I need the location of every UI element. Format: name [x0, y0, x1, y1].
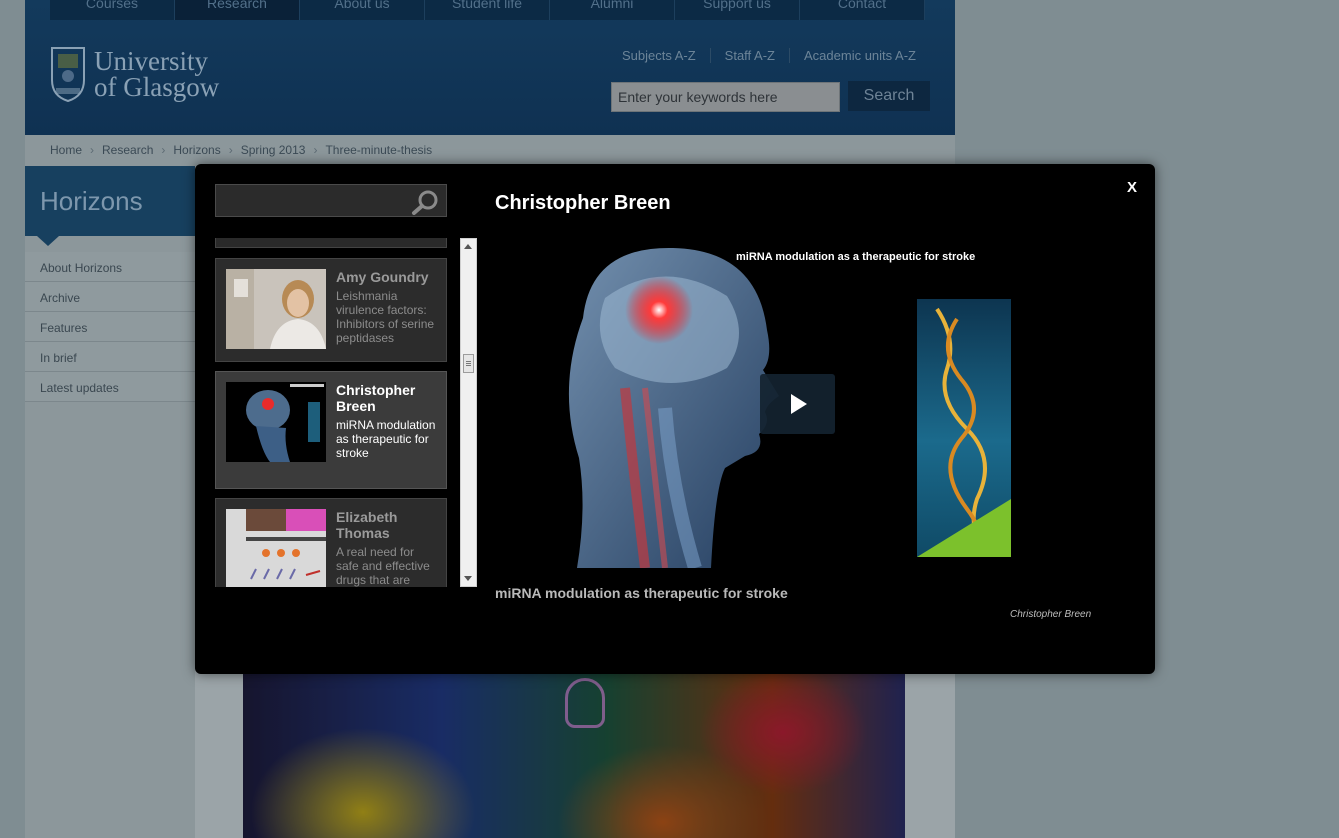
site-search-input[interactable] — [611, 82, 840, 112]
link-subjects-a-z[interactable]: Subjects A-Z — [608, 48, 710, 63]
section-navigation: About Horizons Archive Features In brief… — [25, 252, 195, 402]
nav-item-courses[interactable]: Courses — [50, 0, 175, 20]
thermal-image-detail — [565, 678, 605, 728]
breadcrumb-separator: › — [228, 143, 233, 157]
playlist-item-active[interactable]: Christopher Breen miRNA modulation as th… — [215, 371, 447, 489]
site-header: Courses Research About us Student life A… — [25, 0, 955, 135]
breadcrumb-separator: › — [161, 143, 166, 157]
playlist-item-description: miRNA modulation as therapeutic for stro… — [336, 418, 436, 460]
breadcrumb-separator: › — [90, 143, 95, 157]
video-playlist: Amy Goundry Leishmania virulence factors… — [215, 238, 477, 587]
playlist-item-title: Elizabeth Thomas — [336, 509, 398, 541]
playlist-item[interactable]: Elizabeth Thomas A real need for safe an… — [215, 498, 447, 587]
scrollbar-thumb[interactable] — [463, 354, 474, 373]
video-thumbnail — [226, 382, 326, 462]
top-navigation: Courses Research About us Student life A… — [50, 0, 925, 20]
playlist-item-title: Amy Goundry — [336, 269, 429, 285]
playlist-item-description: Leishmania virulence factors: Inhibitors… — [336, 289, 435, 345]
section-header: Horizons — [25, 166, 195, 246]
grip-line — [466, 361, 471, 362]
video-subtitle: miRNA modulation as therapeutic for stro… — [495, 585, 788, 601]
nav-item-contact[interactable]: Contact — [800, 0, 925, 20]
playlist-item-title: Christopher Breen — [336, 382, 416, 414]
playlist-search — [215, 184, 447, 217]
scroll-up-icon[interactable] — [464, 244, 472, 249]
video-author: Christopher Breen — [1010, 609, 1092, 620]
university-logo[interactable]: University of Glasgow — [50, 46, 219, 102]
nav-item-support-us[interactable]: Support us — [675, 0, 800, 20]
breadcrumb-horizons[interactable]: Horizons — [173, 143, 228, 157]
video-thumbnail — [226, 269, 326, 349]
site-search-button[interactable]: Search — [848, 81, 930, 111]
playlist-scrollbar[interactable] — [460, 238, 477, 587]
breadcrumb-research[interactable]: Research — [102, 143, 161, 157]
slide-caption: miRNA modulation as a therapeutic for st… — [736, 251, 976, 263]
breadcrumb-current: Three-minute-thesis — [325, 143, 433, 157]
sidenav-item-about-horizons[interactable]: About Horizons — [25, 252, 195, 282]
close-button[interactable]: X — [1127, 179, 1137, 196]
link-academic-units-a-z[interactable]: Academic units A-Z — [789, 48, 930, 63]
logo-wordmark: University of Glasgow — [94, 46, 220, 102]
logo-line-1: University — [94, 46, 208, 76]
search-icon[interactable] — [410, 189, 440, 215]
link-staff-a-z[interactable]: Staff A-Z — [709, 48, 789, 63]
video-thumbnail — [226, 509, 326, 587]
nav-item-alumni[interactable]: Alumni — [550, 0, 675, 20]
section-title[interactable]: Horizons — [40, 186, 143, 217]
playlist-item-description: A real need for safe and effective drugs… — [336, 545, 430, 587]
logo-line-2: of Glasgow — [94, 72, 220, 102]
quick-links: Subjects A-Z Staff A-Z Academic units A-… — [608, 48, 930, 63]
breadcrumb-home[interactable]: Home — [50, 143, 90, 157]
breadcrumb: Home › Research › Horizons › Spring 2013… — [50, 143, 440, 157]
playlist-search-input[interactable] — [216, 185, 406, 216]
sidenav-item-features[interactable]: Features — [25, 312, 195, 342]
nav-item-about-us[interactable]: About us — [300, 0, 425, 20]
crest-icon — [51, 47, 85, 102]
playlist-item-partial[interactable] — [215, 238, 447, 248]
video-player[interactable]: miRNA modulation as a therapeutic for st… — [495, 238, 1105, 568]
grip-line — [466, 363, 471, 364]
section-pointer — [37, 236, 59, 246]
sidenav-item-archive[interactable]: Archive — [25, 282, 195, 312]
breadcrumb-spring-2013[interactable]: Spring 2013 — [241, 143, 314, 157]
breadcrumb-separator: › — [313, 143, 318, 157]
sidenav-item-in-brief[interactable]: In brief — [25, 342, 195, 372]
play-button[interactable] — [760, 374, 835, 434]
scroll-down-icon[interactable] — [464, 576, 472, 581]
video-title: Christopher Breen — [495, 192, 671, 214]
nav-item-research[interactable]: Research — [175, 0, 300, 20]
video-modal: X Amy Goundry Leishmania virulence facto… — [195, 164, 1155, 674]
dna-illustration — [917, 299, 1011, 557]
grip-line — [466, 365, 471, 366]
sidenav-item-latest-updates[interactable]: Latest updates — [25, 372, 195, 402]
nav-item-student-life[interactable]: Student life — [425, 0, 550, 20]
playlist-item[interactable]: Amy Goundry Leishmania virulence factors… — [215, 258, 447, 362]
